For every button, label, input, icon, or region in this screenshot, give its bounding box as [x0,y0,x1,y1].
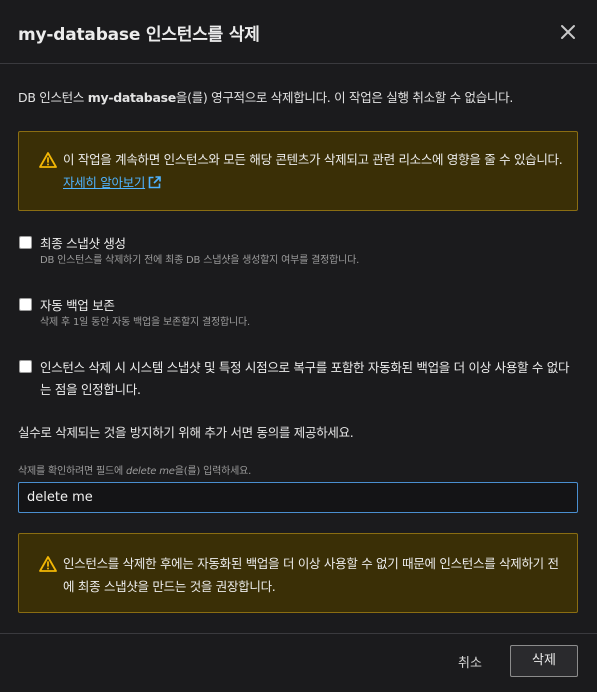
recommendation-alert: 인스턴스를 삭제한 후에는 자동화된 백업을 더 이상 사용할 수 없기 때문에… [18,533,578,613]
retain-backups-description: 삭제 후 1일 동안 자동 백업을 보존할지 결정합니다. [40,317,250,328]
description-prefix: DB 인스턴스 [18,90,88,105]
warning-text: 이 작업을 계속하면 인스턴스와 모든 해당 콘텐츠가 삭제되고 관련 리소스에… [63,152,563,167]
db-name: my-database [87,90,176,105]
dialog-header: my-database 인스턴스를 삭제 [0,0,597,64]
close-icon[interactable] [557,21,579,43]
external-link-icon [148,176,161,189]
warning-icon [39,152,57,168]
confirm-input[interactable]: delete me [18,482,578,513]
final-snapshot-description: DB 인스턴스를 삭제하기 전에 최종 DB 스냅샷을 생성할지 여부를 결정합… [40,255,360,266]
dialog-title: my-database 인스턴스를 삭제 [18,25,260,45]
hint-suffix: 을(를) 입력하세요. [174,466,252,477]
warning-icon [39,556,57,572]
dialog-description: DB 인스턴스 my-database을(를) 영구적으로 삭제합니다. 이 작… [18,87,583,106]
hint-phrase: delete me [125,466,175,477]
confirm-hint: 삭제를 확인하려면 필드에 delete me을(를) 입력하세요. [18,462,251,477]
acknowledge-checkbox[interactable] [19,360,32,373]
acknowledge-label: 인스턴스 삭제 시 시스템 스냅샷 및 특정 시점으로 복구를 포함한 자동화된… [40,360,570,397]
recommendation-message: 인스턴스를 삭제한 후에는 자동화된 백업을 더 이상 사용할 수 없기 때문에… [63,556,559,594]
learn-more-label: 자세히 알아보기 [63,175,146,190]
description-suffix: 을(를) 영구적으로 삭제합니다. 이 작업은 실행 취소할 수 없습니다. [175,90,513,105]
learn-more-link[interactable]: 자세히 알아보기 [63,175,161,190]
warning-message: 이 작업을 계속하면 인스턴스와 모든 해당 콘텐츠가 삭제되고 관련 리소스에… [63,148,563,194]
hint-prefix: 삭제를 확인하려면 필드에 [18,466,126,477]
retain-backups-checkbox[interactable] [19,298,32,311]
consent-text: 실수로 삭제되는 것을 방지하기 위해 추가 서면 동의를 제공하세요. [18,425,354,440]
cancel-button[interactable]: 취소 [447,652,493,672]
delete-instance-dialog: my-database 인스턴스를 삭제 DB 인스턴스 my-database… [0,0,597,692]
warning-alert: 이 작업을 계속하면 인스턴스와 모든 해당 콘텐츠가 삭제되고 관련 리소스에… [18,131,578,211]
footer-divider [0,633,597,634]
delete-button[interactable]: 삭제 [510,645,578,677]
final-snapshot-checkbox[interactable] [19,236,32,249]
